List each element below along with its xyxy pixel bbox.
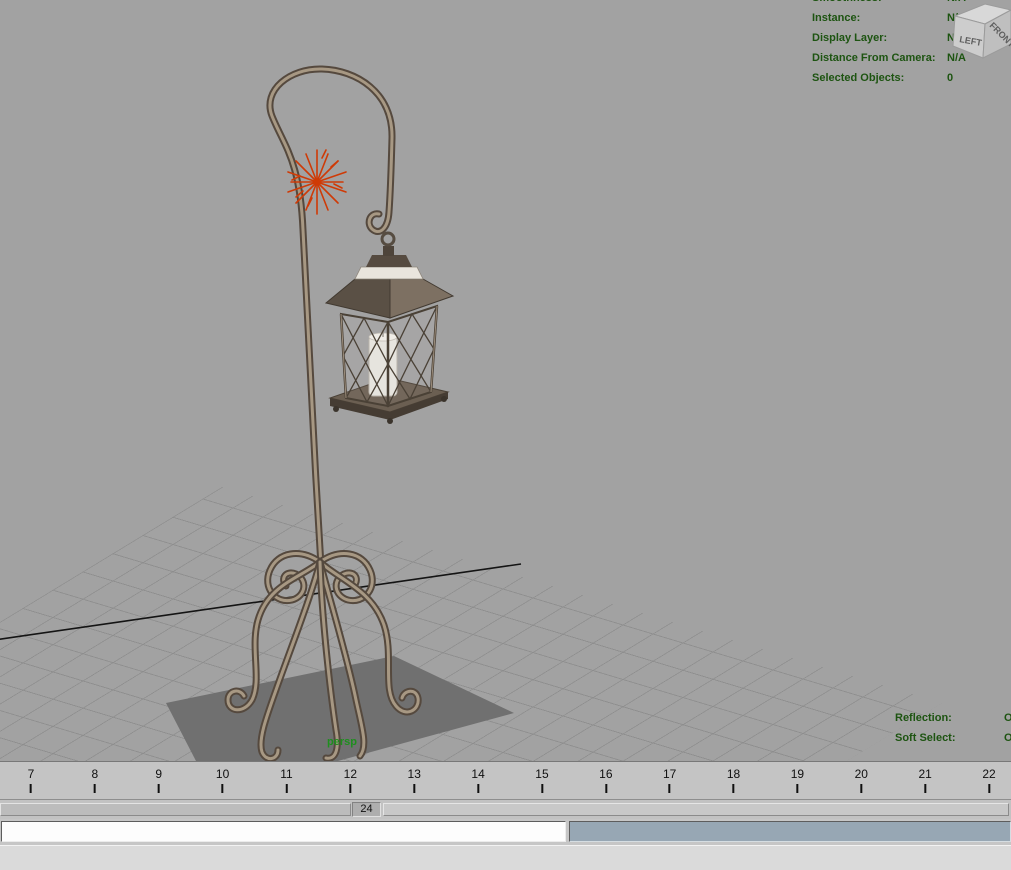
range-slider-bar[interactable] [0, 803, 351, 816]
frame-tick [604, 784, 607, 793]
frame-tick [157, 784, 160, 793]
hud-item-label: Smoothness: [812, 0, 947, 8]
hud-item-label: Distance From Camera: [812, 52, 936, 64]
frame-number: 18 [726, 767, 741, 781]
frame-label[interactable]: 18 [727, 767, 740, 793]
camera-label: persp [327, 736, 357, 748]
time-slider[interactable]: 7 8 9 10 11 12 13 14 15 16 17 18 19 20 21 22 [0, 761, 1011, 799]
frame-number: 13 [407, 767, 421, 781]
playback-end-field[interactable]: 24 [352, 802, 381, 817]
frame-number: 14 [471, 767, 485, 781]
frame-label[interactable]: 12 [344, 767, 357, 793]
frame-number: 22 [982, 767, 996, 781]
frame-number: 9 [155, 767, 163, 781]
frame-label[interactable]: 19 [791, 767, 804, 793]
frame-label[interactable]: 15 [535, 767, 549, 793]
frame-label[interactable]: 20 [855, 767, 868, 793]
frame-label[interactable]: 17 [663, 767, 676, 793]
command-line [0, 819, 1011, 845]
frame-tick [924, 784, 927, 793]
grid-axis-line [0, 563, 522, 640]
frame-label[interactable]: 14 [471, 767, 485, 793]
frame-number: 7 [27, 767, 35, 781]
frame-label[interactable]: 9 [155, 767, 162, 793]
hud-item: Reflection: O [895, 708, 1011, 728]
frame-tick [988, 784, 991, 793]
frame-number: 19 [790, 767, 805, 781]
hud-item-label: Soft Select: [895, 732, 956, 744]
frame-tick [477, 784, 480, 793]
frame-number: 8 [91, 767, 99, 781]
frame-number: 17 [663, 767, 677, 781]
time-slider-frames[interactable]: 7 8 9 10 11 12 13 14 15 16 17 18 19 20 21 22 [0, 762, 1011, 799]
frame-number: 11 [280, 767, 293, 781]
perspective-viewport[interactable]: Smoothness:N/AInstance:N/ADisplay Layer:… [0, 0, 1011, 761]
frame-tick [668, 784, 671, 793]
maya-window: Smoothness:N/AInstance:N/ADisplay Layer:… [0, 0, 1011, 870]
hud-item-value: O [1004, 732, 1011, 744]
frame-tick [30, 784, 32, 793]
command-line-input[interactable] [1, 821, 566, 842]
frame-tick [540, 784, 543, 793]
frame-tick [413, 784, 416, 793]
frame-number: 20 [854, 767, 868, 781]
lantern-body[interactable] [324, 231, 455, 424]
frame-tick [349, 784, 352, 793]
range-slider-track[interactable] [383, 803, 1009, 816]
hud-item-label: Selected Objects: [812, 72, 905, 84]
frame-tick [796, 784, 799, 793]
command-line-result [569, 821, 1011, 842]
hud-item: Selected Objects: 0 [812, 68, 1011, 88]
frame-label[interactable]: 8 [91, 767, 99, 793]
frame-number: 21 [918, 767, 932, 781]
frame-tick [221, 784, 224, 793]
view-cube[interactable]: LEFT FRONT [949, 0, 1011, 68]
help-line [0, 845, 1011, 870]
hud-item: Soft Select: O [895, 728, 1011, 748]
hud-bottom: Reflection: O Soft Select: O [895, 708, 1011, 748]
frame-number: 15 [535, 767, 549, 781]
hud-item-label: Reflection: [895, 712, 952, 724]
range-slider[interactable]: 24 [0, 799, 1011, 819]
frame-tick [732, 784, 735, 793]
frame-tick [93, 784, 96, 793]
frame-label[interactable]: 16 [599, 767, 613, 793]
point-light-icon[interactable] [287, 149, 347, 215]
hud-item-value: 0 [947, 72, 954, 84]
frame-label[interactable]: 22 [982, 767, 996, 793]
scene-overlay [0, 65, 522, 761]
frame-label[interactable]: 13 [408, 767, 421, 793]
frame-number: 16 [599, 767, 613, 781]
hud-item-label: Display Layer: [812, 32, 888, 44]
lantern-object[interactable] [224, 65, 455, 761]
frame-label[interactable]: 21 [918, 767, 932, 793]
frame-label[interactable]: 11 [280, 767, 293, 793]
hud-item-value: O [1004, 712, 1011, 724]
hud-item-label: Instance: [812, 12, 861, 24]
frame-label[interactable]: 10 [216, 767, 229, 793]
frame-number: 10 [215, 767, 230, 781]
frame-tick [860, 784, 863, 793]
frame-tick [285, 784, 288, 793]
frame-number: 12 [343, 767, 358, 781]
frame-label[interactable]: 7 [27, 767, 35, 793]
